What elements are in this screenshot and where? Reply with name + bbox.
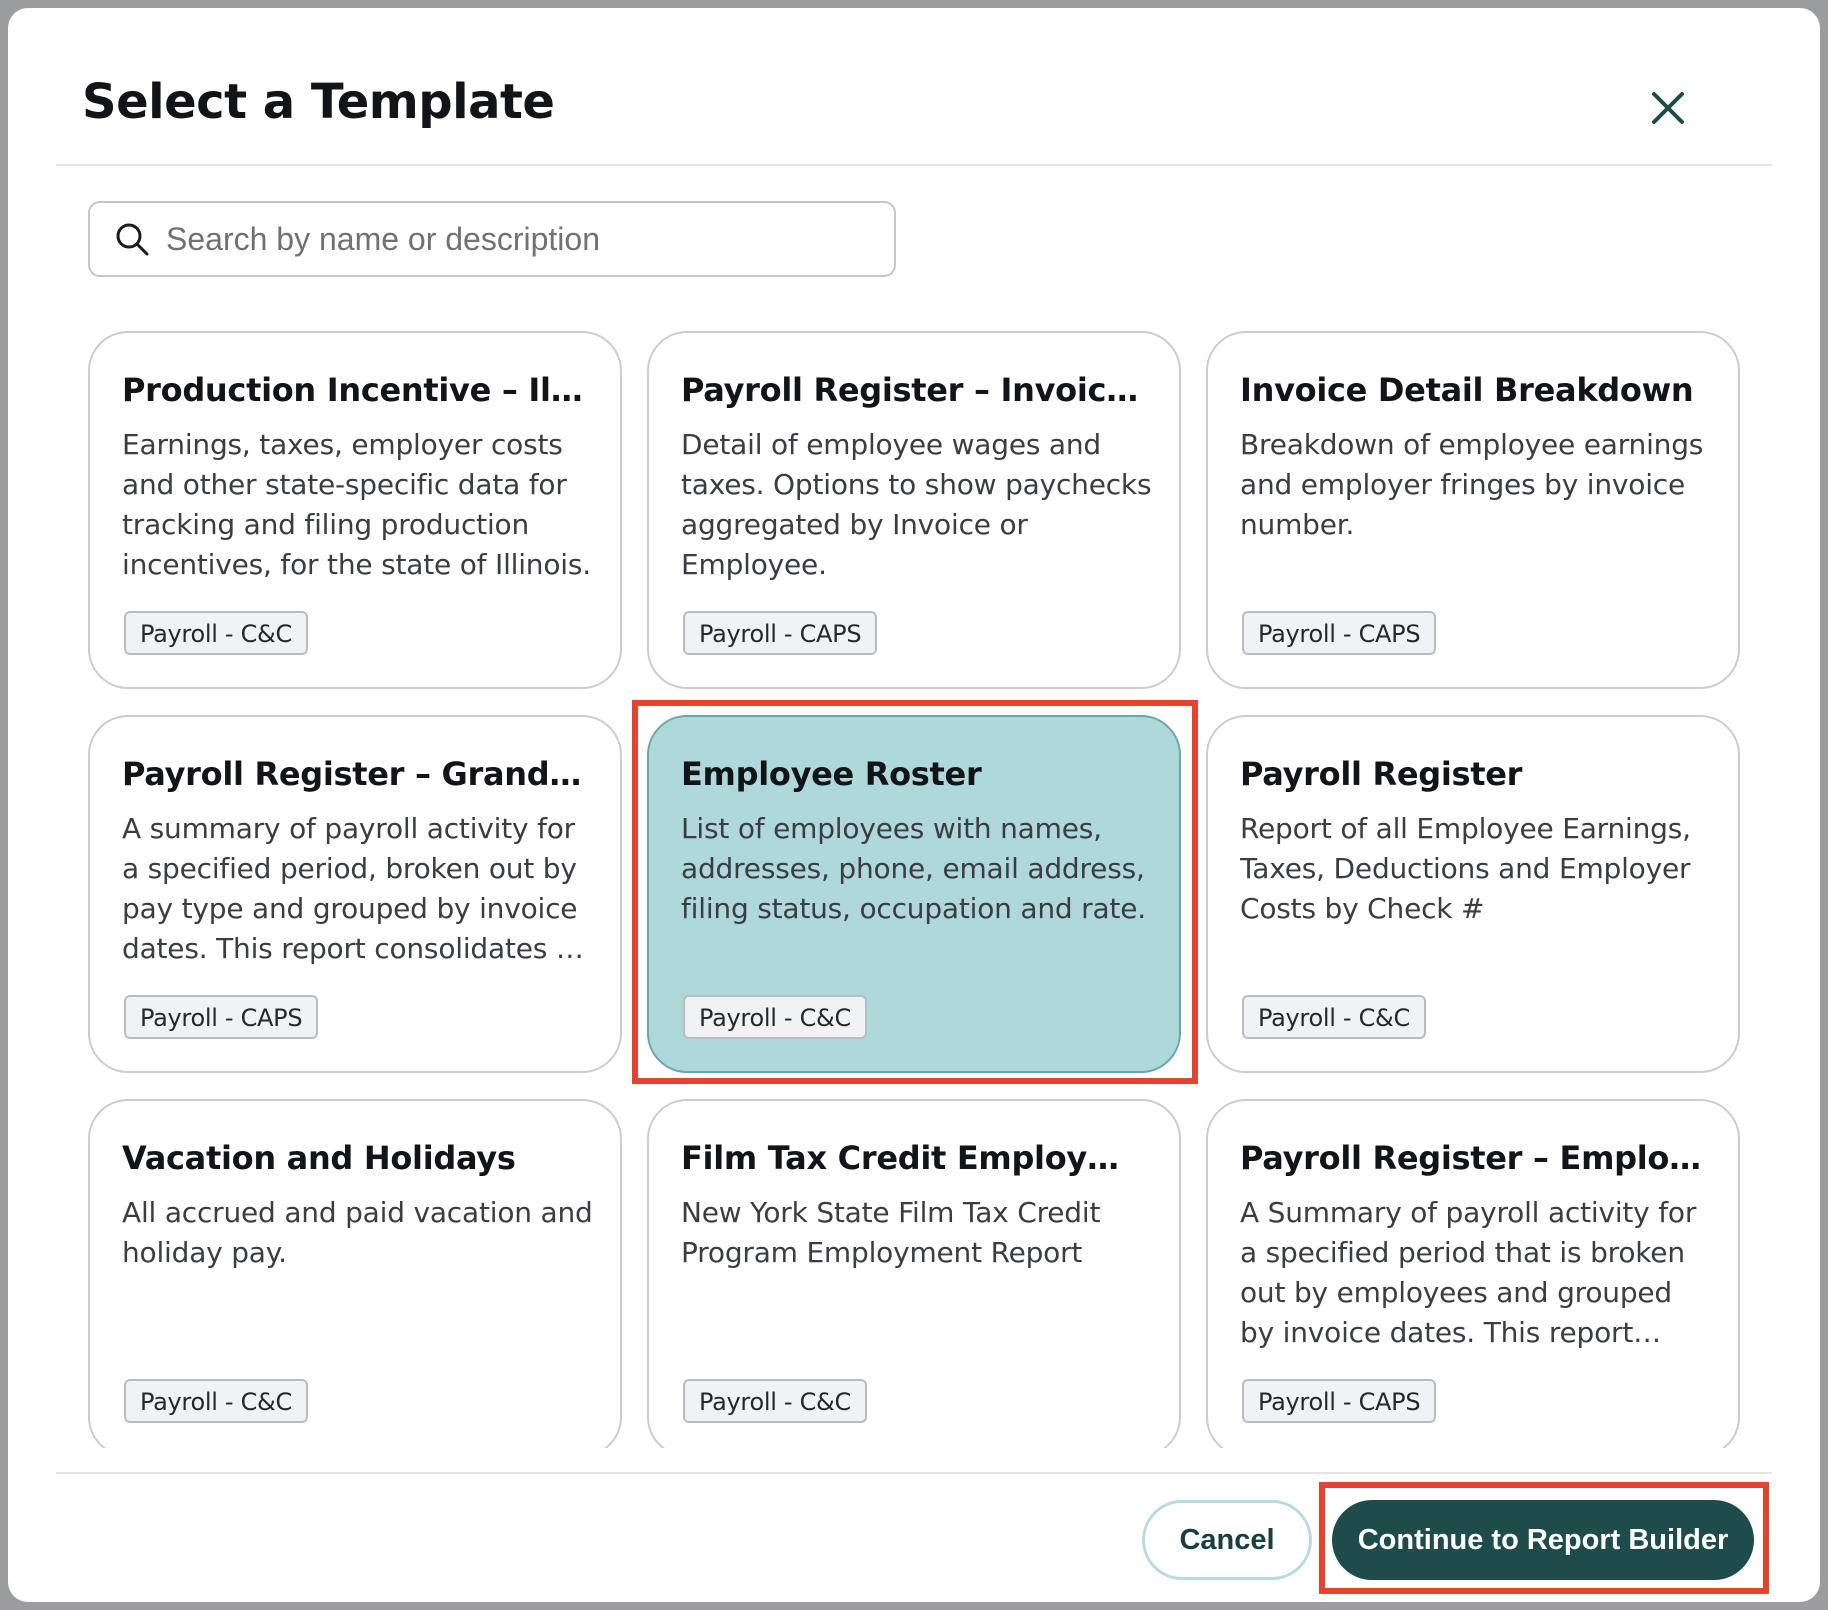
template-description: A summary of payroll activity for a spec… <box>122 812 588 965</box>
template-tag: Payroll - CAPS <box>1242 611 1437 655</box>
template-title: Employee Roster <box>681 755 982 793</box>
dialog-title: Select a Template <box>82 74 555 130</box>
template-description: A Summary of payroll activity for a spec… <box>1240 1196 1697 1349</box>
template-description: Earnings, taxes, employer costs and othe… <box>122 428 591 581</box>
template-card[interactable]: Payroll Register – Grand Total A summary… <box>88 715 622 1073</box>
close-button[interactable] <box>1636 78 1700 142</box>
template-tag: Payroll - C&C <box>124 1379 308 1423</box>
template-title: Film Tax Credit Employment Report <box>681 1139 1151 1177</box>
template-grid: Production Incentive – Illinois Earnings… <box>8 308 1820 1448</box>
template-tag: Payroll - CAPS <box>1242 1379 1437 1423</box>
template-tag: Payroll - C&C <box>124 611 308 655</box>
continue-to-report-builder-button[interactable]: Continue to Report Builder <box>1332 1500 1754 1580</box>
template-card[interactable]: Vacation and Holidays All accrued and pa… <box>88 1099 622 1448</box>
template-tag: Payroll - CAPS <box>683 611 878 655</box>
search-box[interactable] <box>88 201 896 277</box>
template-description: Report of all Employee Earnings, Taxes, … <box>1240 812 1691 925</box>
template-title: Production Incentive – Illinois <box>122 371 592 409</box>
template-card[interactable]: Payroll Register – Invoice Detail Detail… <box>647 331 1181 689</box>
select-template-dialog: Select a Template Production Incentive –… <box>8 8 1820 1602</box>
template-title: Payroll Register – Employee Detail <box>1240 1139 1710 1177</box>
template-description: Breakdown of employee earnings and emplo… <box>1240 428 1704 541</box>
close-icon <box>1651 91 1685 130</box>
template-card-selected[interactable]: Employee Roster List of employees with n… <box>647 715 1181 1073</box>
template-tag: Payroll - C&C <box>1242 995 1426 1039</box>
dialog-footer-divider <box>56 1472 1772 1474</box>
template-description: All accrued and paid vacation and holida… <box>122 1196 593 1269</box>
template-tag: Payroll - C&C <box>683 1379 867 1423</box>
template-description: New York State Film Tax Credit Program E… <box>681 1196 1101 1269</box>
template-tag: Payroll - C&C <box>683 995 867 1039</box>
template-card[interactable]: Payroll Register – Employee Detail A Sum… <box>1206 1099 1740 1448</box>
template-description: List of employees with names, addresses,… <box>681 812 1146 925</box>
search-icon <box>112 219 152 259</box>
cancel-button[interactable]: Cancel <box>1142 1500 1312 1580</box>
template-title: Payroll Register – Grand Total <box>122 755 592 793</box>
dialog-header: Select a Template <box>56 8 1772 166</box>
template-title: Invoice Detail Breakdown <box>1240 371 1694 409</box>
template-tag: Payroll - CAPS <box>124 995 319 1039</box>
template-card[interactable]: Payroll Register Report of all Employee … <box>1206 715 1740 1073</box>
search-input[interactable] <box>164 219 868 259</box>
template-card[interactable]: Film Tax Credit Employment Report New Yo… <box>647 1099 1181 1448</box>
template-title: Payroll Register <box>1240 755 1523 793</box>
template-title: Payroll Register – Invoice Detail <box>681 371 1151 409</box>
template-card[interactable]: Production Incentive – Illinois Earnings… <box>88 331 622 689</box>
template-card[interactable]: Invoice Detail Breakdown Breakdown of em… <box>1206 331 1740 689</box>
template-description: Detail of employee wages and taxes. Opti… <box>681 428 1152 581</box>
template-title: Vacation and Holidays <box>122 1139 516 1177</box>
